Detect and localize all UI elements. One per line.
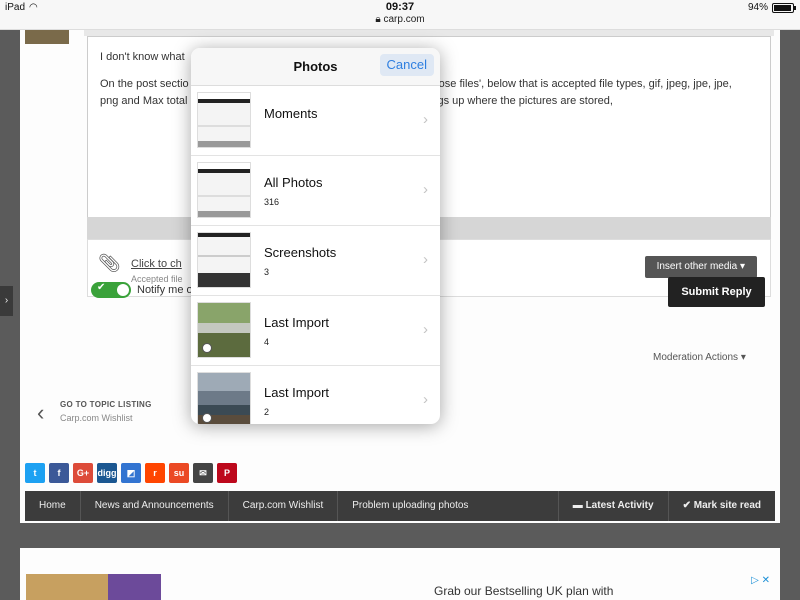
album-name: All Photos — [264, 175, 323, 190]
advertisement[interactable]: Grab our Bestselling UK plan with ▷ ✕ — [20, 548, 780, 600]
album-thumbnail — [197, 372, 251, 424]
chevron-right-icon: › — [423, 181, 428, 198]
digg-share-button[interactable]: digg — [97, 463, 117, 483]
chevron-right-icon: › — [423, 251, 428, 268]
url-text: carp.com — [383, 14, 425, 25]
album-name: Last Import — [264, 315, 330, 330]
paperclip-icon: 📎︎ — [98, 253, 121, 273]
choose-files-link[interactable]: Click to ch — [131, 258, 182, 270]
album-screenshots[interactable]: Screenshots 3 › — [191, 226, 440, 296]
ad-text: Grab our Bestselling UK plan with — [434, 584, 614, 598]
status-right: 94% — [747, 2, 796, 13]
topic-name: Carp.com Wishlist — [60, 413, 133, 423]
album-name: Screenshots — [264, 245, 337, 260]
chevron-right-icon: › — [423, 321, 428, 338]
album-thumbnail — [197, 232, 251, 288]
moderation-actions-menu[interactable]: Moderation Actions ▾ — [653, 352, 746, 363]
album-count: 4 — [264, 337, 270, 347]
popover-header: Photos Cancel — [191, 48, 440, 86]
album-count: 2 — [264, 407, 270, 417]
chevron-right-icon: › — [4, 295, 9, 306]
album-name: Moments — [264, 106, 318, 121]
address-url[interactable]: 🔒︎ carp.com — [0, 14, 800, 25]
facebook-share-button[interactable]: f — [49, 463, 69, 483]
notify-label: Notify me o — [137, 284, 193, 296]
delicious-share-button[interactable]: ◩ — [121, 463, 141, 483]
album-last-import-2[interactable]: Last Import 2 › — [191, 366, 440, 424]
breadcrumb-home[interactable]: Home — [25, 491, 81, 521]
album-all-photos[interactable]: All Photos 316 › — [191, 156, 440, 226]
chevron-left-icon: ‹ — [37, 400, 45, 425]
check-icon: ✔ — [682, 500, 691, 511]
ad-image-accent — [108, 574, 161, 600]
photos-picker-popover: Photos Cancel Moments › All Photos 316 ›… — [191, 48, 440, 424]
ad-close-icon[interactable]: ▷ ✕ — [751, 575, 770, 586]
google-plus-share-button[interactable]: G+ — [73, 463, 93, 483]
album-thumbnail — [197, 302, 251, 358]
cancel-button[interactable]: Cancel — [379, 54, 434, 76]
album-thumbnail — [197, 92, 251, 148]
chevron-right-icon: › — [423, 111, 428, 128]
clock-icon — [202, 343, 212, 353]
mark-site-read-link[interactable]: ✔ Mark site read — [667, 491, 775, 521]
album-count: 316 — [264, 197, 280, 207]
avatar — [25, 30, 69, 44]
battery-percent: 94% — [747, 2, 768, 13]
share-buttons: t f G+ digg ◩ r su ✉ P — [25, 463, 237, 483]
clock-icon — [202, 413, 212, 423]
reddit-share-button[interactable]: r — [145, 463, 165, 483]
battery-icon — [772, 2, 796, 13]
latest-activity-link[interactable]: ▬ Latest Activity — [557, 491, 668, 521]
sidebar-expand-tab[interactable]: › — [0, 286, 13, 316]
album-count: 3 — [264, 267, 270, 277]
notify-toggle[interactable]: ✔ — [91, 282, 131, 298]
breadcrumb-wishlist[interactable]: Carp.com Wishlist — [229, 491, 339, 521]
breadcrumb-current: Problem uploading photos — [352, 500, 469, 511]
email-share-button[interactable]: ✉ — [193, 463, 213, 483]
album-moments[interactable]: Moments › — [191, 86, 440, 156]
status-time: 09:37 — [385, 1, 415, 13]
notify-toggle-row[interactable]: ✔ Notify me o — [91, 282, 193, 298]
twitter-share-button[interactable]: t — [25, 463, 45, 483]
lock-icon: 🔒︎ — [375, 14, 381, 25]
go-to-topic-label: GO TO TOPIC LISTING — [60, 400, 152, 409]
album-thumbnail — [197, 162, 251, 218]
check-icon: ✔ — [97, 282, 106, 293]
stumbleupon-share-button[interactable]: su — [169, 463, 189, 483]
pinterest-share-button[interactable]: P — [217, 463, 237, 483]
insert-other-media-button[interactable]: Insert other media ▾ — [644, 256, 757, 278]
chevron-right-icon: › — [423, 391, 428, 408]
breadcrumb: Home News and Announcements Carp.com Wis… — [25, 491, 775, 521]
album-name: Last Import — [264, 385, 330, 400]
folder-icon: ▬ — [572, 500, 583, 511]
submit-reply-button[interactable]: Submit Reply — [668, 277, 765, 307]
breadcrumb-news[interactable]: News and Announcements — [81, 491, 229, 521]
album-last-import-1[interactable]: Last Import 4 › — [191, 296, 440, 366]
